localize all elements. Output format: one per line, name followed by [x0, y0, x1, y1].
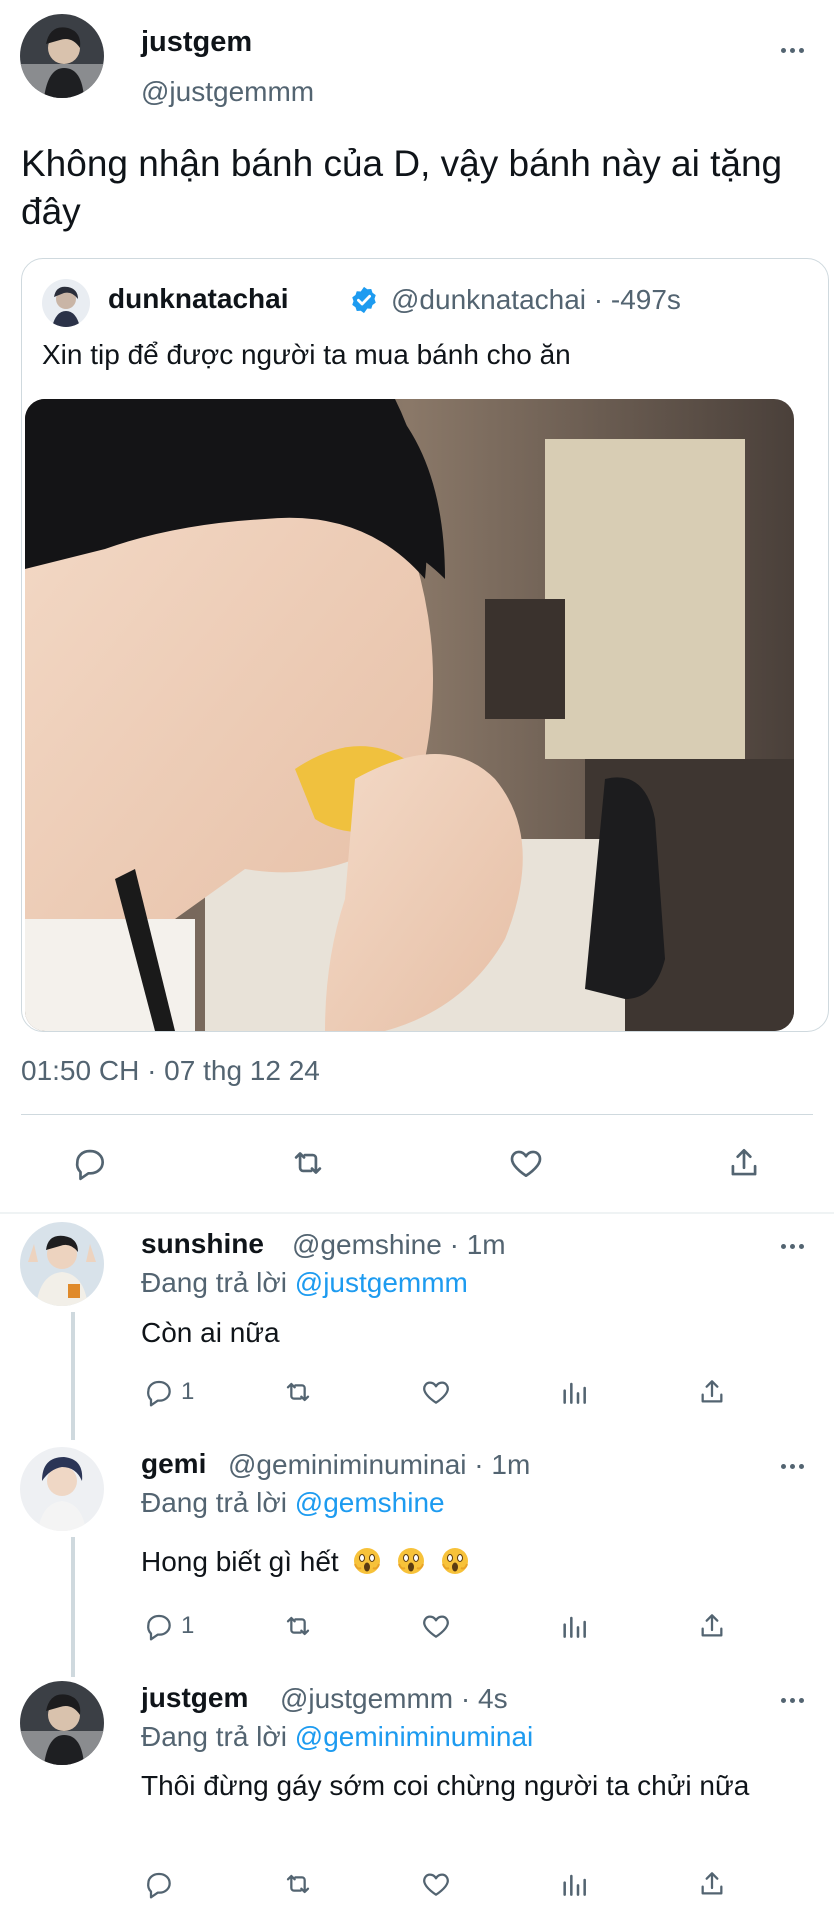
like-icon [423, 1873, 449, 1896]
tweet-text: Không nhận bánh của D, vậy bánh này ai t… [21, 143, 783, 232]
analytics-button[interactable] [558, 1376, 590, 1408]
more-options-icon[interactable] [772, 1690, 812, 1710]
reply-text: Hong biết gì hết [141, 1546, 339, 1577]
reply-text-container: Hong biết gì hết [141, 1542, 801, 1582]
divider [21, 1114, 813, 1115]
replying-to: Đang trả lời @geminiminuminai [141, 1721, 533, 1753]
share-icon [701, 1380, 723, 1403]
retweet-icon [286, 1874, 310, 1894]
author-handle[interactable]: @justgemmm [141, 76, 314, 108]
analytics-icon [563, 1616, 586, 1638]
more-options-icon[interactable] [772, 1236, 812, 1256]
retweet-icon [286, 1616, 310, 1636]
reply-author-name[interactable]: sunshine [141, 1228, 264, 1260]
quoted-tweet-photo[interactable] [25, 399, 794, 1031]
retweet-button[interactable] [282, 1610, 314, 1642]
share-button[interactable] [696, 1868, 728, 1900]
like-icon [423, 1615, 449, 1638]
reply-author-meta[interactable]: @geminiminuminai · 1m [228, 1449, 530, 1481]
like-button[interactable] [507, 1144, 545, 1182]
retweet-icon [286, 1382, 310, 1402]
quoted-author-name[interactable]: dunknatachai [108, 283, 288, 315]
reply-author-meta[interactable]: @gemshine · 1m [292, 1229, 506, 1261]
retweet-icon [294, 1152, 322, 1174]
screaming-face-icon [398, 1548, 425, 1574]
quoted-tweet[interactable]: dunknatachai @dunknatachai · -497s Xin t… [21, 258, 829, 1032]
replying-mention-link[interactable]: @gemshine [295, 1487, 445, 1518]
replying-to: Đang trả lời @gemshine [141, 1487, 445, 1519]
replying-prefix: Đang trả lời [141, 1721, 287, 1752]
like-button[interactable] [420, 1376, 452, 1408]
thread-connector [71, 1312, 75, 1440]
reply-icon [147, 1872, 171, 1899]
replying-to: Đang trả lời @justgemmm [141, 1267, 468, 1299]
analytics-button[interactable] [558, 1868, 590, 1900]
reply-text: Thôi đừng gáy sớm coi chừng người ta chử… [141, 1770, 750, 1801]
replying-prefix: Đang trả lời [141, 1487, 287, 1518]
retweet-button[interactable] [282, 1376, 314, 1408]
like-button[interactable] [420, 1868, 452, 1900]
quoted-author-avatar[interactable] [42, 279, 90, 327]
reply-icon [147, 1380, 171, 1407]
author-name[interactable]: justgem [141, 26, 252, 59]
like-icon [510, 1150, 542, 1178]
share-button[interactable] [696, 1376, 728, 1408]
screaming-face-icon [354, 1548, 381, 1574]
verified-badge-icon [349, 285, 379, 315]
share-icon [701, 1872, 723, 1895]
screaming-face-icon [442, 1548, 469, 1574]
reply-button[interactable]: 1 [143, 1610, 194, 1642]
section-divider [0, 1212, 834, 1214]
tweet-timestamp[interactable]: 01:50 CH · 07 thg 12 24 [21, 1055, 320, 1087]
reply-button[interactable]: 1 [143, 1376, 194, 1408]
quoted-author-handle-time[interactable]: @dunknatachai · -497s [391, 284, 681, 316]
more-options-icon[interactable] [772, 40, 812, 60]
retweet-button[interactable] [289, 1144, 327, 1182]
analytics-button[interactable] [558, 1610, 590, 1642]
analytics-icon [563, 1874, 586, 1896]
like-icon [423, 1381, 449, 1404]
reply-avatar[interactable] [20, 1447, 104, 1531]
reply-icon [75, 1149, 105, 1181]
quoted-tweet-text: Xin tip để được người ta mua bánh cho ăn [42, 339, 571, 370]
replying-mention-link[interactable]: @justgemmm [295, 1267, 468, 1298]
reply-text: Còn ai nữa [141, 1317, 280, 1348]
reply-author-meta[interactable]: @justgemmm · 4s [280, 1683, 508, 1715]
reply-count: 1 [181, 1378, 195, 1405]
author-avatar[interactable] [20, 14, 104, 98]
share-icon [731, 1148, 757, 1176]
share-button[interactable] [725, 1144, 763, 1182]
reply-author-name[interactable]: gemi [141, 1448, 206, 1480]
reply-button[interactable] [143, 1868, 175, 1900]
reply-avatar[interactable] [20, 1222, 104, 1306]
reply-avatar[interactable] [20, 1681, 104, 1765]
like-button[interactable] [420, 1610, 452, 1642]
reply-button[interactable] [71, 1144, 109, 1182]
more-options-icon[interactable] [772, 1456, 812, 1476]
replying-mention-link[interactable]: @geminiminuminai [295, 1721, 534, 1752]
share-icon [701, 1614, 723, 1637]
reply-count: 1 [181, 1612, 195, 1639]
share-button[interactable] [696, 1610, 728, 1642]
replying-prefix: Đang trả lời [141, 1267, 287, 1298]
analytics-icon [563, 1382, 586, 1404]
retweet-button[interactable] [282, 1868, 314, 1900]
thread-connector [71, 1537, 75, 1677]
reply-author-name[interactable]: justgem [141, 1682, 248, 1714]
reply-icon [147, 1614, 171, 1641]
